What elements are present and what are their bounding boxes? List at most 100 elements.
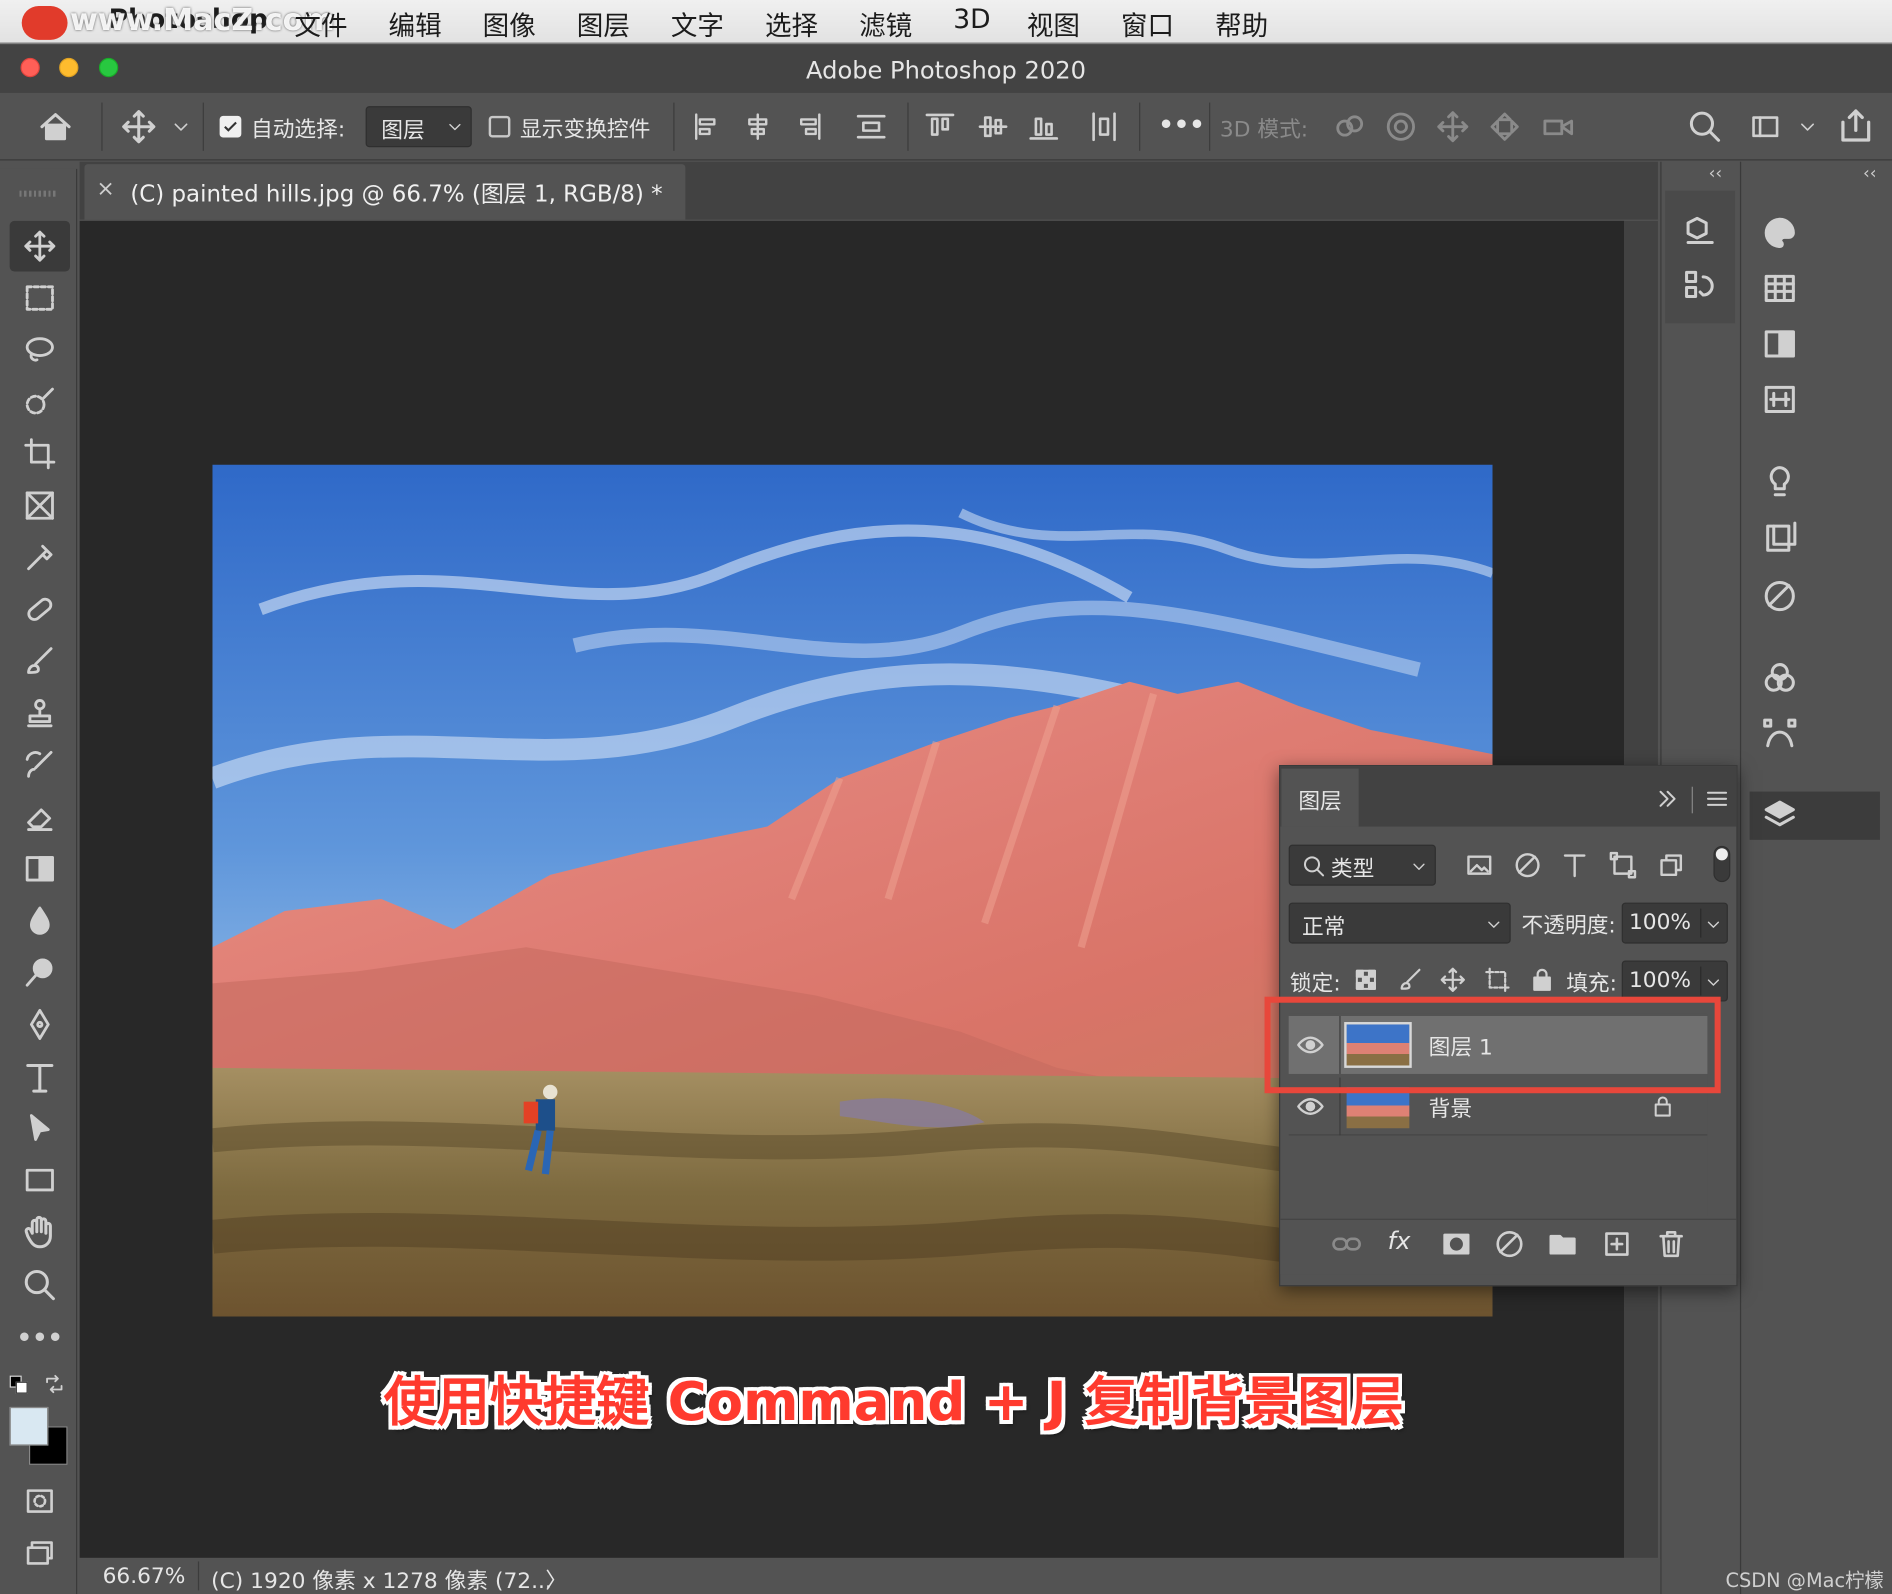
collapse-panel-icon[interactable] bbox=[1655, 787, 1679, 811]
more-options-button[interactable]: ••• bbox=[1158, 110, 1204, 139]
align-left-edges-icon[interactable] bbox=[693, 111, 722, 142]
distribute-horizontal-icon[interactable] bbox=[1088, 111, 1119, 142]
menu-filter[interactable]: 滤镜 bbox=[859, 5, 912, 44]
menu-type[interactable]: 文字 bbox=[671, 5, 724, 44]
dodge-tool-icon[interactable] bbox=[22, 956, 58, 990]
menu-3d[interactable]: 3D bbox=[953, 5, 990, 35]
new-layer-icon[interactable] bbox=[1601, 1228, 1632, 1259]
path-selection-tool-icon[interactable] bbox=[22, 1111, 58, 1145]
3d-camera-icon[interactable] bbox=[1538, 110, 1579, 144]
filter-adjustment-icon[interactable] bbox=[1513, 851, 1542, 880]
3d-orbit-icon[interactable] bbox=[1330, 110, 1369, 144]
menu-file[interactable]: 文件 bbox=[294, 5, 347, 44]
healing-brush-tool-icon[interactable] bbox=[22, 592, 58, 626]
add-mask-icon[interactable] bbox=[1441, 1228, 1472, 1259]
delete-layer-icon[interactable] bbox=[1655, 1228, 1686, 1259]
lock-artboard-icon[interactable] bbox=[1484, 967, 1511, 994]
add-layer-style-button[interactable]: fx bbox=[1388, 1226, 1411, 1255]
opacity-field[interactable]: 100% bbox=[1621, 902, 1728, 944]
chevron-down-icon[interactable] bbox=[1705, 916, 1722, 933]
menu-window[interactable]: 窗口 bbox=[1121, 5, 1174, 44]
blur-tool-icon[interactable] bbox=[22, 904, 58, 938]
chevron-down-icon[interactable] bbox=[1705, 974, 1722, 991]
collapse-dock-toggle[interactable]: ‹‹ bbox=[1709, 164, 1723, 183]
swatches-panel-icon[interactable] bbox=[1762, 270, 1798, 306]
filter-shape-icon[interactable] bbox=[1608, 851, 1637, 880]
pen-tool-icon[interactable] bbox=[22, 1008, 58, 1042]
menu-help[interactable]: 帮助 bbox=[1215, 5, 1268, 44]
patterns-panel-icon[interactable] bbox=[1762, 381, 1798, 417]
swap-colors-icon[interactable] bbox=[43, 1373, 65, 1395]
align-vertical-centers-icon[interactable] bbox=[977, 111, 1008, 142]
move-tool-icon[interactable] bbox=[22, 229, 58, 263]
type-tool-icon[interactable] bbox=[22, 1059, 58, 1095]
filter-toggle-switch[interactable] bbox=[1713, 845, 1731, 883]
quick-mask-icon[interactable] bbox=[22, 1485, 58, 1516]
default-colors-icon[interactable] bbox=[9, 1375, 29, 1395]
fill-field[interactable]: 100% bbox=[1621, 960, 1728, 1002]
color-panel-icon[interactable] bbox=[1762, 215, 1798, 251]
paths-panel-icon[interactable] bbox=[1762, 714, 1798, 753]
menu-select[interactable]: 选择 bbox=[765, 5, 818, 44]
move-tool-preset-icon[interactable] bbox=[121, 109, 157, 145]
gradients-panel-icon[interactable] bbox=[1762, 326, 1798, 362]
align-top-edges-icon[interactable] bbox=[924, 111, 955, 142]
chevron-down-icon[interactable] bbox=[171, 117, 190, 136]
lock-image-pixels-icon[interactable] bbox=[1397, 967, 1424, 994]
auto-select-checkbox[interactable] bbox=[219, 115, 242, 138]
zoom-tool-icon[interactable] bbox=[22, 1267, 58, 1303]
crop-tool-icon[interactable] bbox=[22, 437, 58, 471]
zoom-level[interactable]: 66.67% bbox=[103, 1564, 186, 1589]
menu-layer[interactable]: 图层 bbox=[577, 5, 630, 44]
menu-edit[interactable]: 编辑 bbox=[389, 5, 442, 44]
eraser-tool-icon[interactable] bbox=[22, 800, 58, 834]
link-layers-icon[interactable] bbox=[1330, 1228, 1364, 1259]
brush-tool-icon[interactable] bbox=[22, 644, 58, 678]
lock-position-icon[interactable] bbox=[1440, 967, 1467, 994]
status-info-menu-arrow[interactable]: 〉 bbox=[545, 1564, 567, 1594]
filter-smart-object-icon[interactable] bbox=[1657, 851, 1686, 880]
frame-tool-icon[interactable] bbox=[22, 489, 58, 523]
align-right-edges-icon[interactable] bbox=[794, 111, 823, 142]
screen-mode-icon[interactable] bbox=[22, 1537, 58, 1568]
workspace-icon[interactable] bbox=[1747, 111, 1783, 142]
menu-image[interactable]: 图像 bbox=[483, 5, 536, 44]
lasso-tool-icon[interactable] bbox=[22, 333, 58, 367]
collapse-dock-toggle-2[interactable]: ‹‹ bbox=[1863, 164, 1877, 183]
home-icon[interactable] bbox=[36, 109, 75, 145]
foreground-color-swatch[interactable] bbox=[9, 1406, 49, 1446]
close-tab-button[interactable]: × bbox=[97, 176, 115, 201]
3d-pan-icon[interactable] bbox=[1436, 110, 1470, 144]
eyedropper-tool-icon[interactable] bbox=[22, 541, 58, 575]
align-bottom-edges-icon[interactable] bbox=[1028, 111, 1059, 142]
history-panel-icon[interactable] bbox=[1682, 268, 1718, 304]
new-group-folder-icon[interactable] bbox=[1547, 1228, 1578, 1259]
3d-panel-icon[interactable] bbox=[1682, 212, 1718, 248]
adjustments-panel-icon[interactable] bbox=[1762, 577, 1798, 616]
gradient-tool-icon[interactable] bbox=[22, 852, 58, 886]
blend-mode-dropdown[interactable]: 正常 bbox=[1288, 902, 1511, 944]
edit-toolbar-icon[interactable]: ••• bbox=[17, 1320, 63, 1354]
eye-icon[interactable] bbox=[1294, 1092, 1328, 1121]
distribute-vertical-icon[interactable] bbox=[854, 111, 888, 142]
share-icon[interactable] bbox=[1836, 106, 1875, 145]
panel-menu-icon[interactable] bbox=[1704, 787, 1731, 811]
hand-tool-icon[interactable] bbox=[22, 1215, 58, 1251]
filter-type-icon[interactable] bbox=[1560, 851, 1589, 880]
tools-grip[interactable] bbox=[19, 190, 58, 197]
libraries-panel-icon[interactable] bbox=[1762, 519, 1798, 558]
chevron-down-icon[interactable] bbox=[1798, 117, 1817, 136]
3d-roll-icon[interactable] bbox=[1384, 110, 1418, 144]
clone-stamp-tool-icon[interactable] bbox=[22, 696, 58, 730]
search-icon[interactable] bbox=[1687, 109, 1723, 145]
filter-pixel-icon[interactable] bbox=[1465, 851, 1494, 880]
quick-selection-tool-icon[interactable] bbox=[22, 385, 58, 419]
layers-panel-icon[interactable] bbox=[1762, 796, 1798, 835]
marquee-tool-icon[interactable] bbox=[22, 281, 58, 315]
rectangle-tool-icon[interactable] bbox=[22, 1163, 58, 1197]
show-transform-checkbox[interactable] bbox=[488, 115, 511, 138]
channels-panel-icon[interactable] bbox=[1762, 659, 1798, 698]
layer-filter-dropdown[interactable]: 类型 bbox=[1288, 844, 1436, 886]
lock-transparent-pixels-icon[interactable] bbox=[1354, 968, 1378, 992]
align-horizontal-centers-icon[interactable] bbox=[743, 111, 772, 142]
